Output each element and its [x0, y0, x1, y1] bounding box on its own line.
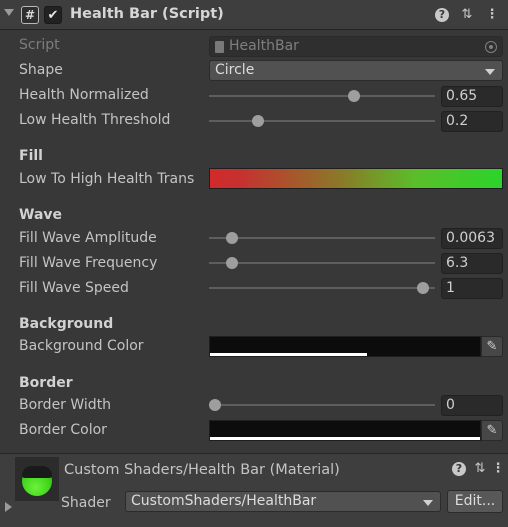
border-width-slider[interactable] [209, 396, 435, 414]
border-section-header: Border [19, 375, 73, 391]
slider-track [209, 95, 435, 97]
eyedropper-icon: ✎ [486, 423, 498, 438]
material-title: Custom Shaders/Health Bar (Material) [64, 462, 340, 478]
slider-thumb[interactable] [209, 399, 221, 411]
fill-wave-speed-input[interactable]: 1 [441, 278, 503, 299]
script-field: HealthBar [209, 36, 503, 57]
background-color-label: Background Color [19, 338, 144, 354]
shader-value: CustomShaders/HealthBar [131, 493, 317, 509]
health-normalized-slider[interactable] [209, 87, 435, 105]
border-width-input[interactable]: 0 [441, 395, 503, 416]
help-button[interactable]: ? [432, 5, 452, 25]
edit-shader-button[interactable]: Edit... [447, 490, 503, 513]
shape-label: Shape [19, 62, 63, 78]
slider-track [209, 120, 435, 122]
fill-section-header: Fill [19, 148, 43, 164]
slider-track [209, 237, 435, 239]
material-sphere-icon [22, 466, 52, 496]
presets-icon: ⇅ [474, 461, 486, 476]
health-normalized-label: Health Normalized [19, 87, 149, 103]
slider-thumb[interactable] [226, 232, 239, 244]
script-label: Script [19, 37, 60, 53]
shader-dropdown[interactable]: CustomShaders/HealthBar [125, 491, 441, 512]
background-section-header: Background [19, 316, 114, 332]
fill-wave-frequency-slider[interactable] [209, 254, 435, 272]
shader-label: Shader [61, 495, 111, 511]
kebab-menu-icon: ⋮ [485, 7, 499, 22]
component-header: # ✔ Health Bar (Script) ? ⇅ ⋮ [0, 0, 508, 30]
fill-wave-amplitude-input[interactable]: 0.0063 [441, 228, 503, 249]
script-icon: # [21, 6, 39, 24]
wave-section-header: Wave [19, 207, 63, 223]
slider-thumb[interactable] [416, 282, 429, 294]
health-gradient-field[interactable] [209, 168, 503, 189]
shape-value: Circle [215, 62, 255, 78]
eyedropper-icon: ✎ [486, 339, 498, 354]
slider-thumb[interactable] [348, 90, 361, 102]
fill-wave-amplitude-label: Fill Wave Amplitude [19, 230, 157, 246]
component-title: Health Bar (Script) [70, 6, 224, 22]
slider-thumb[interactable] [251, 115, 264, 127]
material-preview [15, 457, 59, 501]
slider-track [209, 404, 435, 406]
presets-button[interactable]: ⇅ [457, 5, 477, 25]
chevron-down-icon [423, 500, 433, 506]
fill-wave-speed-slider[interactable] [209, 279, 435, 297]
fill-wave-amplitude-slider[interactable] [209, 229, 435, 247]
fold-arrow-icon[interactable] [4, 9, 14, 16]
health-normalized-input[interactable]: 0.65 [441, 86, 503, 107]
help-icon: ? [452, 462, 466, 476]
fill-wave-speed-label: Fill Wave Speed [19, 280, 129, 296]
presets-icon: ⇅ [461, 7, 473, 22]
slider-thumb[interactable] [226, 257, 239, 269]
fill-wave-frequency-label: Fill Wave Frequency [19, 255, 158, 271]
component-enabled-checkbox[interactable]: ✔ [44, 6, 62, 24]
slider-track [209, 262, 435, 264]
background-color-field[interactable] [209, 336, 481, 357]
alpha-bar [210, 353, 367, 356]
component-menu-button[interactable]: ⋮ [482, 5, 502, 25]
fill-wave-frequency-input[interactable]: 6.3 [441, 253, 503, 274]
low-health-threshold-label: Low Health Threshold [19, 112, 171, 128]
material-menu-button[interactable]: ⋮ [488, 459, 508, 479]
low-health-threshold-slider[interactable] [209, 112, 435, 130]
border-eyedropper-button[interactable]: ✎ [481, 420, 503, 441]
border-color-label: Border Color [19, 422, 107, 438]
material-presets-button[interactable]: ⇅ [470, 459, 490, 479]
script-value: HealthBar [229, 38, 299, 54]
border-width-label: Border Width [19, 397, 112, 413]
kebab-menu-icon: ⋮ [491, 461, 505, 476]
fold-arrow-icon[interactable] [5, 502, 12, 512]
script-asset-icon [215, 41, 224, 53]
material-header: Custom Shaders/Health Bar (Material) ? ⇅… [0, 453, 508, 527]
slider-track [209, 287, 435, 289]
background-eyedropper-button[interactable]: ✎ [481, 336, 503, 357]
shape-dropdown[interactable]: Circle [209, 60, 503, 81]
gradient-label: Low To High Health Trans [19, 171, 195, 187]
low-health-threshold-input[interactable]: 0.2 [441, 111, 503, 132]
chevron-down-icon [485, 69, 495, 75]
border-color-field[interactable] [209, 420, 481, 441]
object-picker-icon [485, 41, 497, 53]
help-icon: ? [435, 8, 449, 22]
material-help-button[interactable]: ? [449, 459, 469, 479]
alpha-bar [210, 437, 480, 440]
